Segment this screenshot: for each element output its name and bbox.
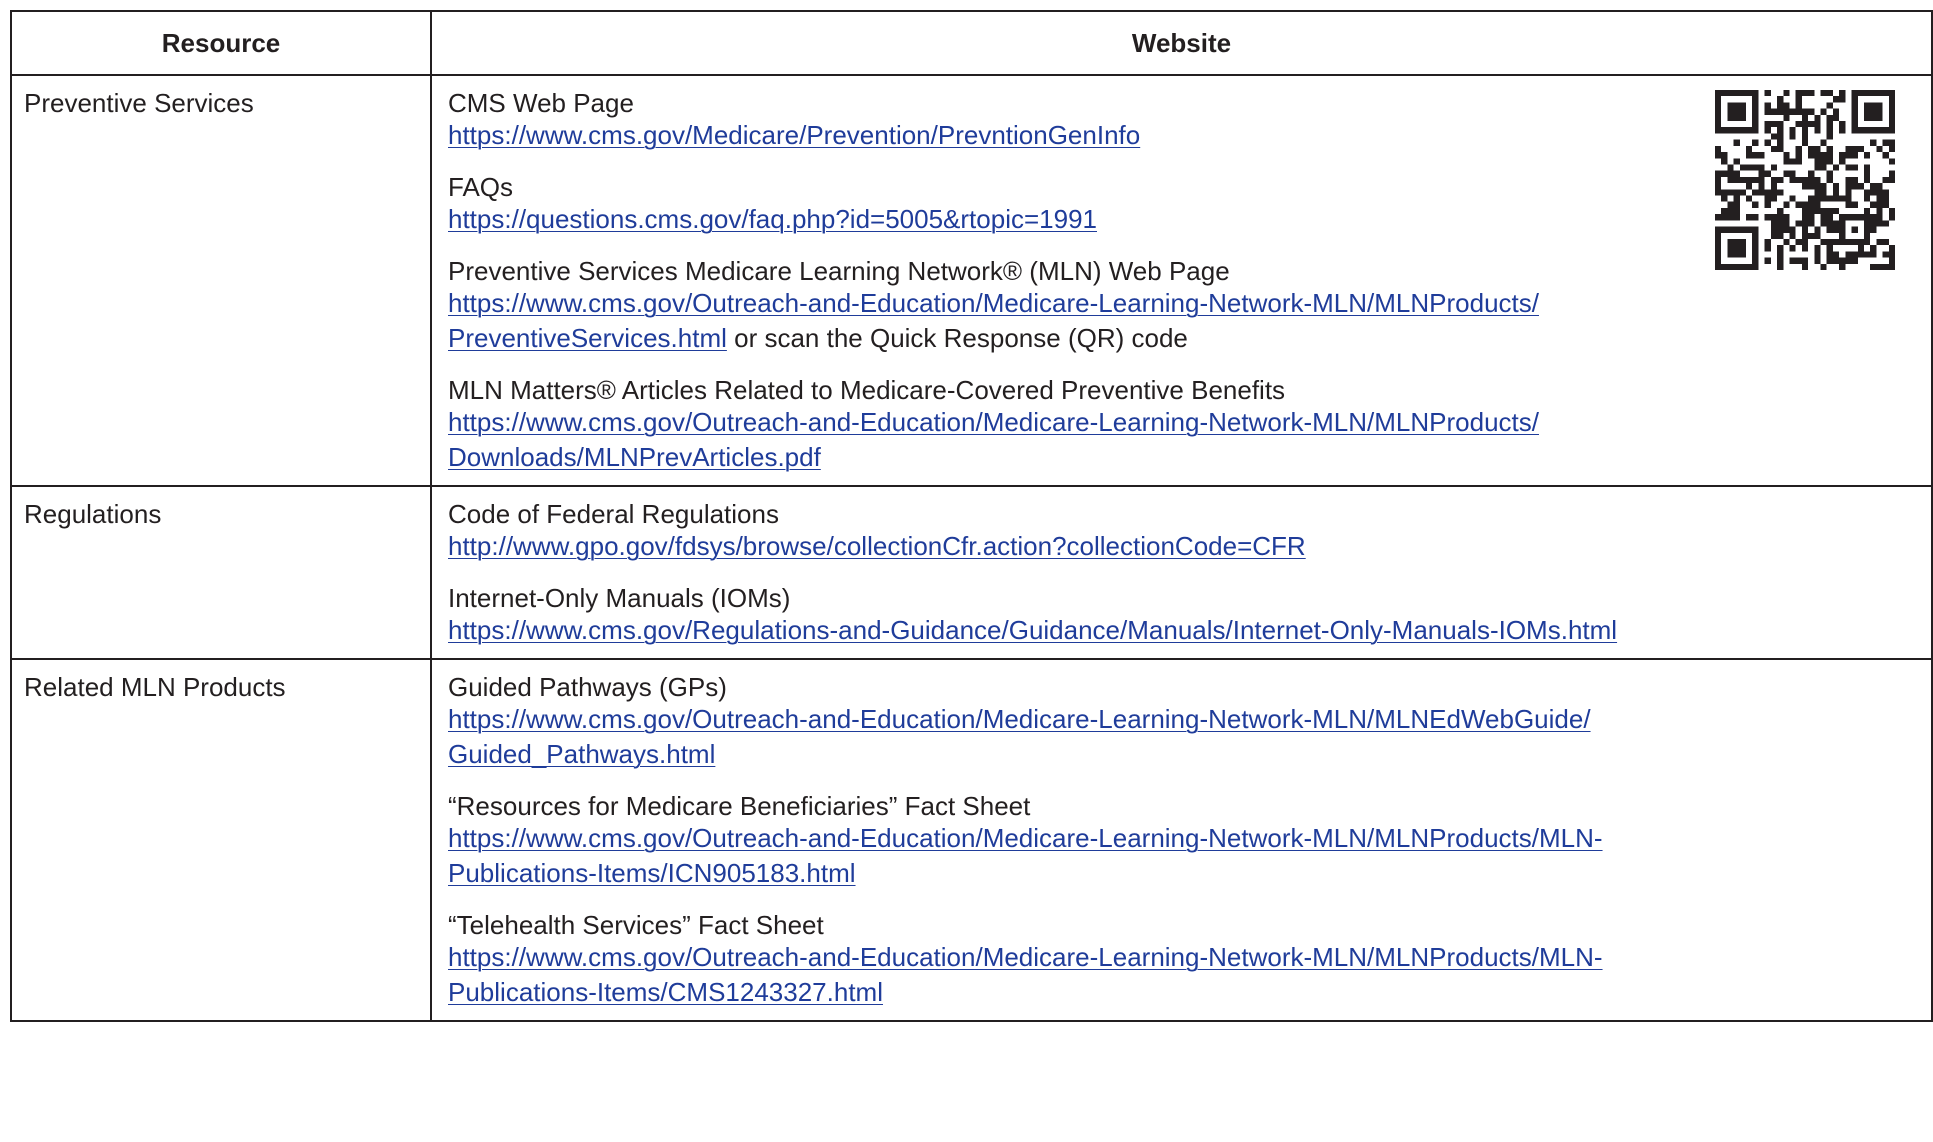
- table-row-related-mln-products: Related MLN Products Guided Pathways (GP…: [10, 658, 1933, 1022]
- table-row-preventive-services: Preventive Services CMS Web Page https:/…: [10, 74, 1933, 487]
- resource-cell: Related MLN Products: [10, 658, 432, 1022]
- website-cell: Guided Pathways (GPs) https://www.cms.go…: [430, 658, 1933, 1022]
- list-item: “Resources for Medicare Beneficiaries” F…: [448, 791, 1915, 891]
- list-item: Internet-Only Manuals (IOMs) https://www…: [448, 583, 1915, 648]
- entry-link[interactable]: https://questions.cms.gov/faq.php?id=500…: [448, 204, 1097, 234]
- table-row-regulations: Regulations Code of Federal Regulations …: [10, 485, 1933, 660]
- header-website: Website: [430, 10, 1933, 76]
- entry-title: “Resources for Medicare Beneficiaries” F…: [448, 791, 1031, 821]
- entry-link[interactable]: PreventiveServices.html: [448, 323, 727, 353]
- entry-link[interactable]: Publications-Items/CMS1243327.html: [448, 977, 883, 1007]
- entry-title: FAQs: [448, 172, 514, 202]
- website-cell: Code of Federal Regulations http://www.g…: [430, 485, 1933, 660]
- entry-title: CMS Web Page: [448, 88, 634, 118]
- header-resource: Resource: [10, 10, 432, 76]
- list-item: CMS Web Page https://www.cms.gov/Medicar…: [448, 88, 1915, 153]
- entry-title: Code of Federal Regulations: [448, 499, 779, 529]
- website-cell: CMS Web Page https://www.cms.gov/Medicar…: [430, 74, 1933, 487]
- list-item: Guided Pathways (GPs) https://www.cms.go…: [448, 672, 1915, 772]
- entry-suffix: or scan the Quick Response (QR) code: [726, 323, 1188, 353]
- entry-link[interactable]: https://www.cms.gov/Regulations-and-Guid…: [448, 615, 1617, 645]
- qr-code-icon: [1715, 90, 1895, 270]
- entry-link[interactable]: https://www.cms.gov/Outreach-and-Educati…: [448, 942, 1603, 972]
- list-item: Code of Federal Regulations http://www.g…: [448, 499, 1915, 564]
- entry-title: Guided Pathways (GPs): [448, 672, 727, 702]
- entry-link[interactable]: https://www.cms.gov/Medicare/Prevention/…: [448, 120, 1140, 150]
- entry-link[interactable]: https://www.cms.gov/Outreach-and-Educati…: [448, 823, 1603, 853]
- entry-link[interactable]: https://www.cms.gov/Outreach-and-Educati…: [448, 407, 1539, 437]
- list-item: MLN Matters® Articles Related to Medicar…: [448, 375, 1915, 475]
- entry-title: MLN Matters® Articles Related to Medicar…: [448, 375, 1286, 405]
- resource-cell: Preventive Services: [10, 74, 432, 487]
- entry-title: Internet-Only Manuals (IOMs): [448, 583, 791, 613]
- resources-table: Resource Website Preventive Services CMS…: [10, 10, 1933, 1022]
- entry-link[interactable]: https://www.cms.gov/Outreach-and-Educati…: [448, 288, 1539, 318]
- entry-title: “Telehealth Services” Fact Sheet: [448, 910, 824, 940]
- document-page: Resource Website Preventive Services CMS…: [0, 0, 1933, 1142]
- entry-title: Preventive Services Medicare Learning Ne…: [448, 256, 1230, 286]
- entry-link[interactable]: http://www.gpo.gov/fdsys/browse/collecti…: [448, 531, 1306, 561]
- header-row: Resource Website: [10, 10, 1933, 76]
- list-item: Preventive Services Medicare Learning Ne…: [448, 256, 1915, 356]
- list-item: FAQs https://questions.cms.gov/faq.php?i…: [448, 172, 1915, 237]
- entry-link[interactable]: Publications-Items/ICN905183.html: [448, 858, 856, 888]
- entry-link[interactable]: Downloads/MLNPrevArticles.pdf: [448, 442, 821, 472]
- resource-cell: Regulations: [10, 485, 432, 660]
- entry-link[interactable]: https://www.cms.gov/Outreach-and-Educati…: [448, 704, 1591, 734]
- entry-link[interactable]: Guided_Pathways.html: [448, 739, 715, 769]
- list-item: “Telehealth Services” Fact Sheet https:/…: [448, 910, 1915, 1010]
